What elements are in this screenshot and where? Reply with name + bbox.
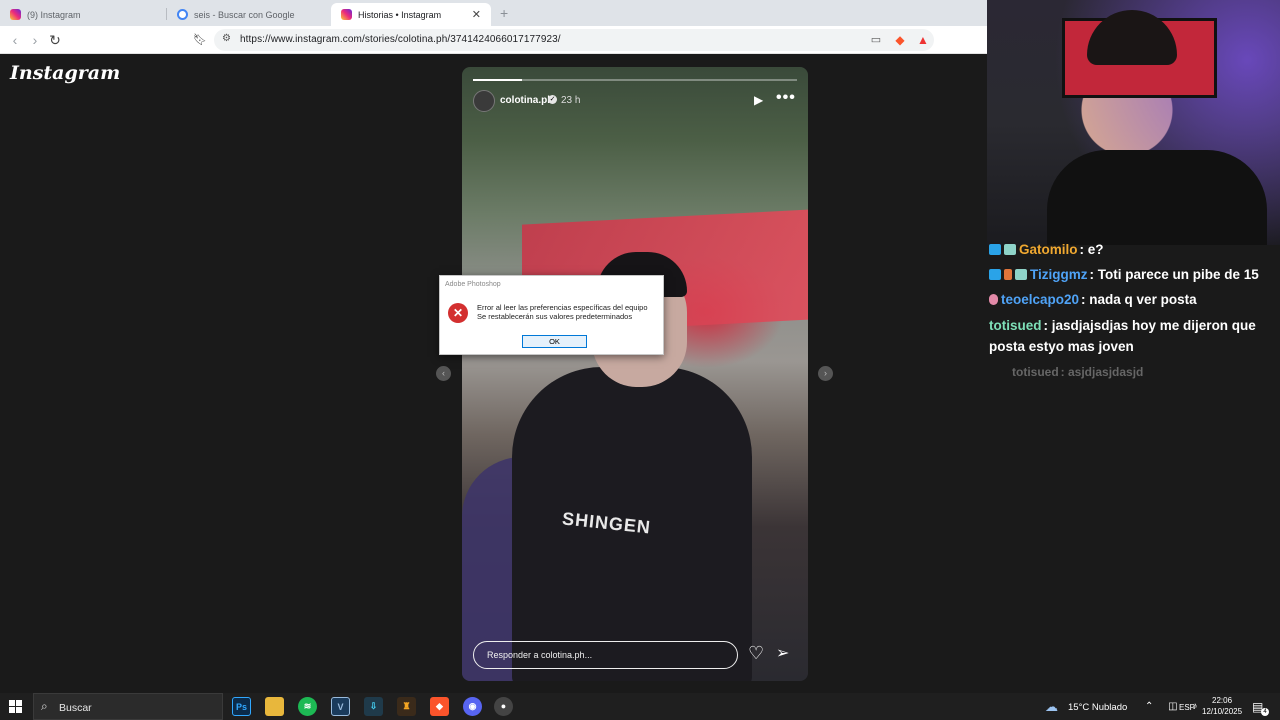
language-indicator[interactable]: ESP <box>1179 703 1195 712</box>
chat-message: Tiziggmz: Toti parece un pibe de 15 <box>989 267 1259 282</box>
badge-icon <box>989 244 1001 255</box>
instagram-icon <box>341 9 352 20</box>
instagram-icon <box>10 9 21 20</box>
chat-message: teoelcapo20: nada q ver posta <box>989 292 1197 307</box>
chat-text: : nada q ver posta <box>1081 292 1197 307</box>
story-progress-bar <box>473 79 797 81</box>
dialog-message-line1: Error al leer las preferencias específic… <box>477 303 648 312</box>
chat-text: : e? <box>1079 242 1104 257</box>
vegas-icon[interactable]: V <box>331 697 350 716</box>
brave-rewards-icon[interactable]: ▲ <box>914 31 932 49</box>
tab-label: (9) Instagram <box>27 9 81 20</box>
windows-start-icon[interactable] <box>9 700 22 713</box>
tab-historias-instagram[interactable]: Historias • Instagram ✕ <box>331 3 491 26</box>
cast-icon[interactable]: ▭ <box>867 31 885 49</box>
play-icon[interactable]: ▶ <box>754 93 763 107</box>
site-settings-icon[interactable]: ⚙ <box>222 33 231 44</box>
chat-username[interactable]: teoelcapo20 <box>1001 292 1079 307</box>
chat-message-faded: totisued: asjdjasjdasjd <box>1012 365 1143 379</box>
obs-icon[interactable]: ● <box>494 697 513 716</box>
reload-icon[interactable]: ↻ <box>46 31 64 49</box>
file-explorer-icon[interactable] <box>265 697 284 716</box>
chat-message: totisued: jasdjajsdjas hoy me dijeron qu… <box>989 318 1256 333</box>
brave-shield-icon[interactable]: ◆ <box>891 31 909 49</box>
weather-text[interactable]: 15°C Nublado <box>1068 702 1127 713</box>
chat-text: : jasdjajsdjas hoy me dijeron que <box>1043 318 1256 333</box>
chat-text: : Toti parece un pibe de 15 <box>1089 267 1259 282</box>
browser-tab-bar: (9) Instagram seis - Buscar con Google H… <box>0 0 987 26</box>
avatar[interactable] <box>473 90 495 112</box>
chat-message: Gatomilo: e? <box>989 242 1104 257</box>
discord-icon[interactable]: ◉ <box>463 697 482 716</box>
app-icon[interactable]: ⇩ <box>364 697 383 716</box>
stream-chat: Gatomilo: e? Tiziggmz: Toti parece un pi… <box>987 242 1280 693</box>
badge-icon <box>989 269 1001 280</box>
like-heart-icon[interactable]: ♡ <box>748 643 764 664</box>
instagram-story-page: Instagram ‹ › SHINGEN colotina.ph ✓ 23 h… <box>0 54 987 693</box>
story-username[interactable]: colotina.ph <box>500 95 553 106</box>
weather-cloud-icon[interactable]: ☁ <box>1045 699 1058 715</box>
dialog-message-line2: Se restablecerán sus valores predetermin… <box>477 312 633 321</box>
search-label: Buscar <box>59 702 92 714</box>
bookmark-icon[interactable]: 🔖︎ <box>191 31 209 49</box>
reply-placeholder: Responder a colotina.ph... <box>487 650 593 660</box>
instagram-logo[interactable]: Instagram <box>10 62 120 84</box>
photoshop-error-dialog: Adobe Photoshop ✕ Error al leer las pref… <box>439 275 664 355</box>
next-story-icon[interactable]: › <box>818 366 833 381</box>
send-icon[interactable]: ➢ <box>776 643 789 663</box>
close-tab-icon[interactable]: ✕ <box>472 8 481 21</box>
error-icon: ✕ <box>448 303 468 323</box>
ok-button[interactable]: OK <box>522 335 587 348</box>
clock-time[interactable]: 22:06 <box>1212 696 1232 705</box>
verified-badge-icon: ✓ <box>548 95 557 104</box>
search-icon: ⌕ <box>41 699 48 713</box>
chat-text: posta estyo mas joven <box>989 339 1134 354</box>
more-options-icon[interactable]: ••• <box>776 89 796 107</box>
chat-username[interactable]: Gatomilo <box>1019 242 1078 257</box>
windows-taskbar: ⌕ Buscar Ps ≋ V ⇩ ♜ ◆ ◉ ● ☁ 15°C Nublado… <box>0 693 1280 720</box>
story-progress-fill <box>473 79 522 81</box>
dialog-title: Adobe Photoshop <box>445 281 501 288</box>
badge-icon <box>1004 269 1012 280</box>
tab-google-search[interactable]: seis - Buscar con Google <box>167 3 329 26</box>
previous-story-icon[interactable]: ‹ <box>436 366 451 381</box>
back-icon[interactable]: ‹ <box>6 31 24 49</box>
chat-message-continuation: posta estyo mas joven <box>989 339 1134 354</box>
chat-username[interactable]: totisued <box>1012 365 1059 379</box>
forward-icon[interactable]: › <box>26 31 44 49</box>
badge-icon <box>1004 244 1016 255</box>
spotify-icon[interactable]: ≋ <box>298 697 317 716</box>
photoshop-icon[interactable]: Ps <box>232 697 251 716</box>
tab-instagram[interactable]: (9) Instagram <box>0 3 165 26</box>
webcam-feed <box>987 0 1280 245</box>
taskbar-search[interactable]: ⌕ Buscar <box>33 693 223 720</box>
notification-count-badge: 4 <box>1261 708 1269 716</box>
badge-icon <box>989 294 998 305</box>
chat-username[interactable]: Tiziggmz <box>1030 267 1088 282</box>
new-tab-icon[interactable]: + <box>500 5 508 21</box>
address-bar[interactable]: ⚙ https://www.instagram.com/stories/colo… <box>214 29 934 51</box>
tab-label: Historias • Instagram <box>358 9 442 20</box>
browser-toolbar: ‹ › ↻ 🔖︎ ⚙ https://www.instagram.com/sto… <box>0 26 987 54</box>
brave-browser-icon[interactable]: ◆ <box>430 697 449 716</box>
story-timestamp: 23 h <box>561 95 581 106</box>
clock-date[interactable]: 12/10/2025 <box>1202 707 1242 716</box>
app-icon[interactable]: ♜ <box>397 697 416 716</box>
chat-username[interactable]: totisued <box>989 318 1042 333</box>
reply-input[interactable]: Responder a colotina.ph... <box>473 641 738 669</box>
google-icon <box>177 9 188 20</box>
url-text[interactable]: https://www.instagram.com/stories/coloti… <box>240 34 561 45</box>
tab-label: seis - Buscar con Google <box>194 9 295 20</box>
story-viewer[interactable]: SHINGEN colotina.ph ✓ 23 h ▶ ••• Respond… <box>462 67 808 681</box>
chat-text: : asjdjasjdasjd <box>1060 365 1144 379</box>
webcam-streamer-shirt <box>1047 150 1267 245</box>
badge-icon <box>1015 269 1027 280</box>
